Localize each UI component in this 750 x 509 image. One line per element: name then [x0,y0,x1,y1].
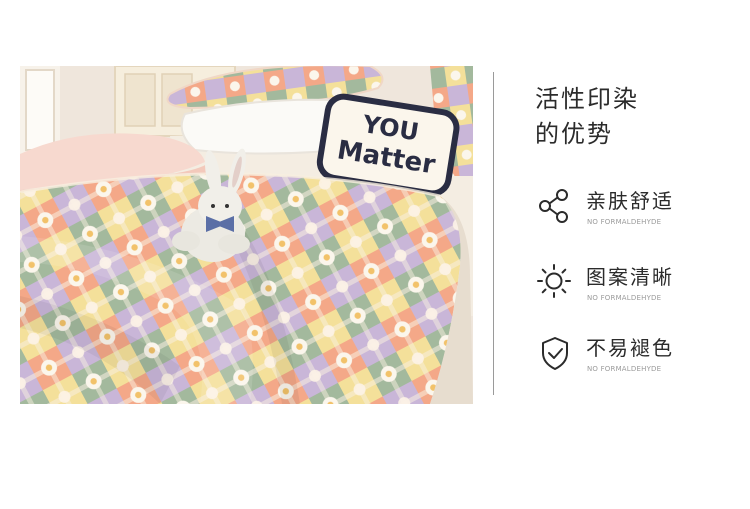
heading-line1: 活性印染 [535,85,639,113]
sun-icon [536,263,574,301]
feature-clear-pattern: 图案清晰 NO FORMALDEHYDE [536,263,736,311]
feature-title: 亲肤舒适 [586,189,674,213]
product-photo: YOU Matter [20,66,473,404]
feature-colorfast: 不易褪色 NO FORMALDEHYDE [536,334,736,382]
bedding-illustration: YOU Matter [20,66,473,404]
feature-subtitle: NO FORMALDEHYDE [587,294,662,302]
feature-title: 不易褪色 [586,336,674,360]
feature-title: 图案清晰 [586,265,674,289]
feature-subtitle: NO FORMALDEHYDE [587,365,662,373]
feature-skin-friendly: 亲肤舒适 NO FORMALDEHYDE [536,187,736,235]
feature-subtitle: NO FORMALDEHYDE [587,218,662,226]
vertical-divider [493,72,494,395]
shield-check-icon [536,334,574,372]
heading-line2: 的优势 [535,120,613,148]
section-heading: 活性印染 的优势 [535,82,735,152]
share-nodes-icon [536,187,574,225]
